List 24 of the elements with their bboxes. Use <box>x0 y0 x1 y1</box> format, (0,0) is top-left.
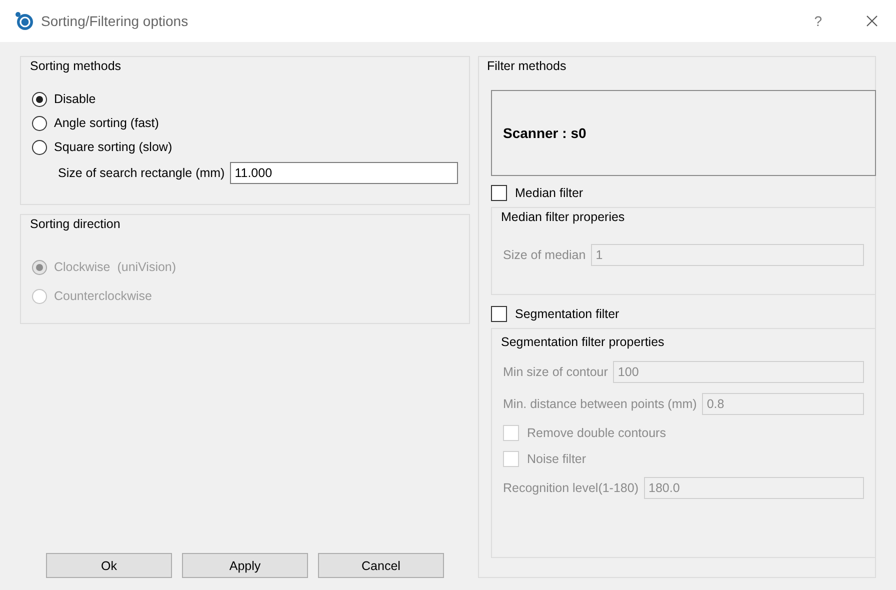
field-label: Min. distance between points (mm) <box>503 397 697 411</box>
radio-button[interactable]: Square sorting (slow) <box>32 139 172 155</box>
group-title: Sorting direction <box>29 216 122 233</box>
field-label: Min size of contour <box>503 365 608 379</box>
radio-button[interactable]: Angle sorting (fast) <box>32 115 159 131</box>
field-label: Size of median <box>503 248 586 262</box>
dialog-button[interactable]: Ok <box>46 553 172 578</box>
app-logo-icon <box>14 11 34 31</box>
group-title: Segmentation filter properties <box>500 334 666 351</box>
dialog-button[interactable]: Apply <box>182 553 308 578</box>
scanner-label: Scanner : s0 <box>503 125 586 141</box>
window-title: Sorting/Filtering options <box>41 13 190 29</box>
checkbox[interactable]: Segmentation filter <box>491 306 620 322</box>
input-field[interactable]: 11.000 <box>230 162 458 184</box>
group-title: Median filter properies <box>500 209 626 226</box>
dialog-button[interactable]: Cancel <box>318 553 444 578</box>
group-title: Filter methods <box>486 58 568 75</box>
checkbox[interactable]: Median filter <box>491 185 584 201</box>
field-label: Recognition level(1-180) <box>503 481 638 495</box>
group-title: Sorting methods <box>29 58 122 75</box>
help-button[interactable]: ? <box>814 13 822 29</box>
field-label: Size of search rectangle (mm) <box>58 166 225 180</box>
radio-button[interactable]: Disable <box>32 91 96 107</box>
close-icon[interactable] <box>866 15 878 27</box>
